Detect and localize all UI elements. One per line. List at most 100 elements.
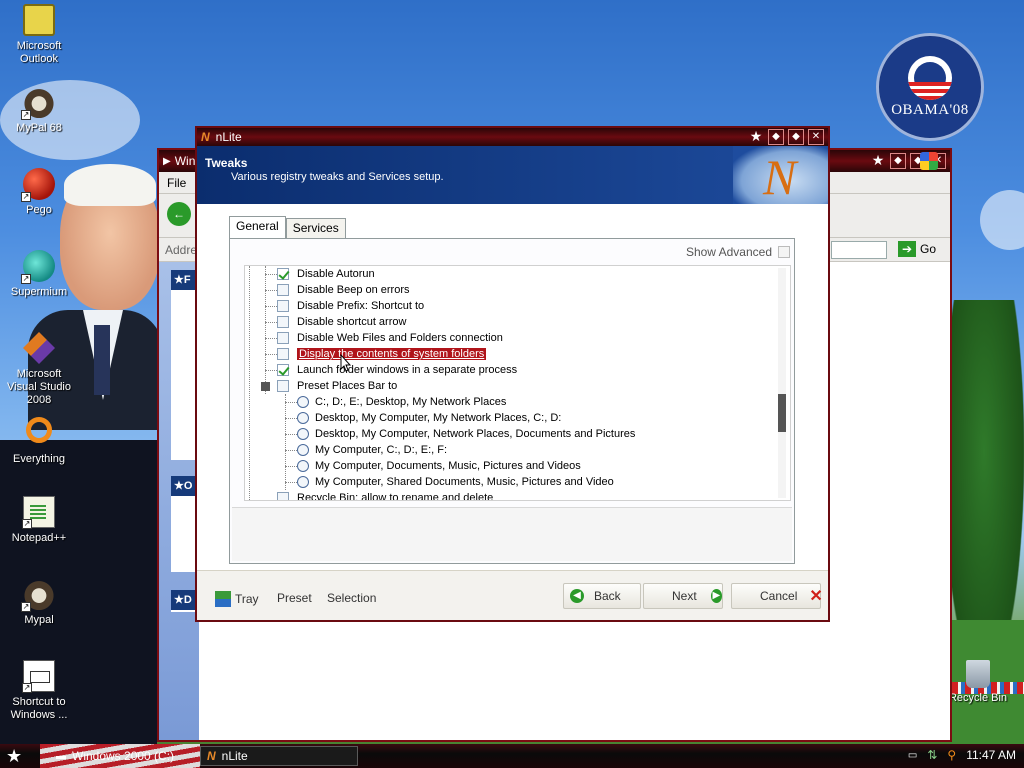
- maximize-button[interactable]: ◆: [788, 129, 804, 145]
- tree-item-label: Desktop, My Computer, My Network Places,…: [315, 412, 562, 424]
- show-advanced-toggle[interactable]: Show Advanced: [686, 245, 790, 259]
- tree-radio-option[interactable]: Desktop, My Computer, Network Places, Do…: [297, 426, 635, 442]
- menu-file[interactable]: File: [167, 176, 186, 190]
- desktop-icon-label: Pego: [26, 204, 52, 216]
- go-button[interactable]: ➔ Go: [897, 241, 936, 257]
- tree-line: [265, 354, 277, 355]
- tree-item-disable-beep[interactable]: Disable Beep on errors: [277, 282, 410, 298]
- tray-label: Tray: [235, 592, 259, 606]
- selection-button[interactable]: Selection: [327, 591, 376, 605]
- radio-button[interactable]: [297, 460, 309, 472]
- checkbox[interactable]: [277, 380, 289, 392]
- desktop-icon-label: Notepad++: [11, 532, 67, 544]
- tree-item-label: Recycle Bin: allow to rename and delete: [297, 492, 494, 501]
- tree-expander[interactable]: [261, 382, 270, 391]
- star-icon[interactable]: ★: [748, 129, 764, 145]
- tray-button[interactable]: Tray: [215, 591, 259, 607]
- back-arrow-icon[interactable]: ←: [167, 202, 191, 226]
- tree-item-display-system-folders[interactable]: Display the contents of system folders: [277, 346, 487, 362]
- clock[interactable]: 11:47 AM: [966, 748, 1016, 762]
- preset-button[interactable]: Preset: [277, 591, 312, 605]
- search-icon[interactable]: ⚲: [947, 748, 956, 762]
- desktop-icon-recycle-bin[interactable]: Recycle Bin: [946, 660, 1010, 705]
- tree-item-label: Disable Web Files and Folders connection: [297, 332, 503, 344]
- tree-radio-option[interactable]: C:, D:, E:, Desktop, My Network Places: [297, 394, 506, 410]
- tree-item-disable-shortcut-arrow[interactable]: Disable shortcut arrow: [277, 314, 406, 330]
- checkbox[interactable]: [277, 348, 289, 360]
- radio-button[interactable]: [297, 428, 309, 440]
- nlite-app-icon: N: [207, 749, 216, 763]
- task-pane-box: ★D: [171, 590, 197, 612]
- nlite-window[interactable]: N nLite ★ ◆ ◆ ✕ Tweaks Various registry …: [195, 126, 830, 622]
- radio-button[interactable]: [297, 396, 309, 408]
- taskbar-item-explorer[interactable]: ▬ Windows 2000 (C:): [50, 746, 198, 766]
- tree-scrollbar[interactable]: [778, 268, 786, 498]
- tree-item-label: My Computer, Documents, Music, Pictures …: [315, 460, 581, 472]
- tree-item-preset-places-bar[interactable]: Preset Places Bar to: [277, 378, 397, 394]
- checkbox[interactable]: [277, 492, 289, 500]
- star-icon[interactable]: ★: [870, 153, 886, 169]
- nlite-titlebar[interactable]: N nLite ★ ◆ ◆ ✕: [197, 128, 828, 146]
- radio-button[interactable]: [297, 444, 309, 456]
- tree-item-label: Disable shortcut arrow: [297, 316, 407, 328]
- tab-general[interactable]: General: [229, 216, 286, 238]
- desktop-icon-mypal68[interactable]: ↗ MyPal 68: [2, 86, 76, 135]
- tree-line: [285, 482, 297, 483]
- checkbox[interactable]: [277, 300, 289, 312]
- start-button[interactable]: ★: [6, 746, 22, 767]
- address-input[interactable]: [831, 241, 887, 259]
- checkbox[interactable]: [277, 268, 289, 280]
- outlook-icon: [23, 4, 55, 36]
- desktop-icon-visual-studio[interactable]: Microsoft Visual Studio 2008: [2, 332, 76, 407]
- desktop-icon-pego[interactable]: ↗ Pego: [2, 168, 76, 217]
- tree-item-disable-web-files[interactable]: Disable Web Files and Folders connection: [277, 330, 503, 346]
- checkbox[interactable]: [277, 332, 289, 344]
- tree-radio-option[interactable]: My Computer, Shared Documents, Music, Pi…: [297, 474, 614, 490]
- tree-line: [285, 418, 297, 419]
- pego-icon: ↗: [21, 168, 55, 202]
- cancel-button[interactable]: Cancel ✕: [731, 583, 823, 609]
- keyboard-icon[interactable]: ▭: [908, 750, 917, 761]
- close-button[interactable]: ✕: [808, 129, 824, 145]
- network-icon[interactable]: ⇅: [927, 748, 937, 762]
- desktop-icon-label: Shortcut to Windows ...: [10, 696, 68, 721]
- desktop-icon-shortcut-windows[interactable]: ↗ Shortcut to Windows ...: [2, 660, 76, 722]
- show-advanced-checkbox[interactable]: [778, 246, 790, 258]
- radio-button[interactable]: [297, 476, 309, 488]
- tree-item-label: Display the contents of system folders: [297, 348, 487, 360]
- taskbar-item-label: nLite: [221, 749, 248, 763]
- checkbox[interactable]: [277, 316, 289, 328]
- minimize-button[interactable]: ◆: [768, 129, 784, 145]
- tree-radio-option[interactable]: My Computer, Documents, Music, Pictures …: [297, 458, 581, 474]
- minimize-button[interactable]: ◆: [890, 153, 906, 169]
- radio-button[interactable]: [297, 412, 309, 424]
- desktop-icon-supermium[interactable]: ↗ Supermium: [2, 250, 76, 299]
- nlite-content: General Services Show Advanced Disable A…: [197, 204, 828, 570]
- desktop-icon-outlook[interactable]: Microsoft Outlook: [2, 4, 76, 66]
- back-button[interactable]: ◀ Back: [563, 583, 641, 609]
- window-app-icon: ▶: [163, 155, 171, 167]
- scrollbar-thumb[interactable]: [778, 394, 786, 432]
- desktop-icon-everything[interactable]: Everything: [2, 414, 76, 466]
- desktop-icon-label: Microsoft Visual Studio 2008: [6, 368, 71, 406]
- tree-line: [285, 402, 297, 403]
- cloud: [980, 190, 1024, 250]
- next-button[interactable]: Next ▶: [643, 583, 723, 609]
- desktop-icon-label: Mypal: [24, 614, 54, 626]
- tree-item-launch-separate-process[interactable]: Launch folder windows in a separate proc…: [277, 362, 517, 378]
- desktop-icon-notepadpp[interactable]: ↗ Notepad++: [2, 496, 76, 545]
- tab-services[interactable]: Services: [285, 218, 346, 238]
- tree-radio-option[interactable]: My Computer, C:, D:, E:, F:: [297, 442, 447, 458]
- go-arrow-icon: ➔: [897, 241, 916, 257]
- taskbar-item-nlite[interactable]: N nLite: [200, 746, 358, 766]
- checkbox[interactable]: [277, 364, 289, 376]
- taskbar: ★ ▬ Windows 2000 (C:) N nLite ▭ ⇅ ⚲ 11:4…: [0, 744, 1024, 768]
- tree-item-recycle-bin-rename[interactable]: Recycle Bin: allow to rename and delete: [277, 490, 494, 501]
- cancel-label: Cancel: [760, 589, 798, 603]
- desktop-icon-mypal[interactable]: ↗ Mypal: [2, 578, 76, 627]
- tree-radio-option[interactable]: Desktop, My Computer, My Network Places,…: [297, 410, 561, 426]
- tree-item-disable-autorun[interactable]: Disable Autorun: [277, 266, 375, 282]
- next-arrow-icon: ▶: [710, 589, 722, 603]
- tree-item-disable-prefix[interactable]: Disable Prefix: Shortcut to: [277, 298, 424, 314]
- checkbox[interactable]: [277, 284, 289, 296]
